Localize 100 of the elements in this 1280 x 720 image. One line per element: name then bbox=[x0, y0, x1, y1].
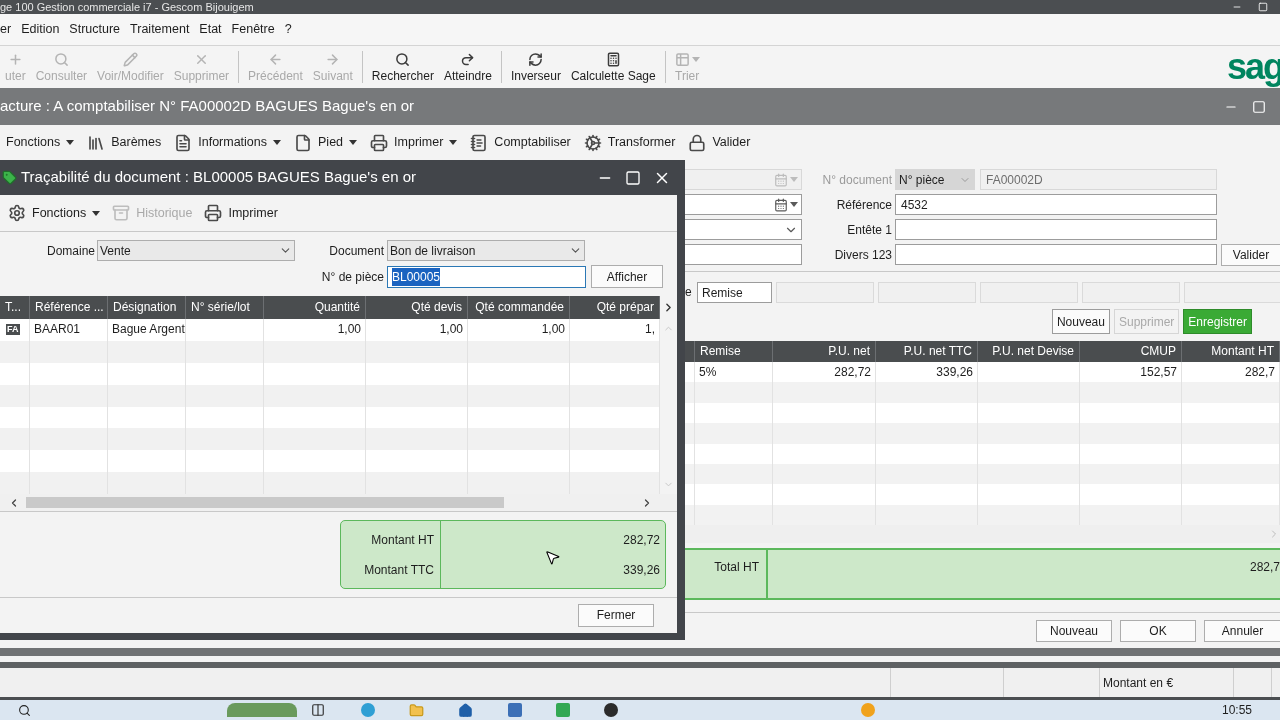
table-cell: BAAR01 bbox=[30, 319, 108, 341]
dialog-title: Traçabilité du document : BL00005 BAGUES Bague's en or bbox=[21, 167, 417, 188]
dialog-button[interactable]: Nouveau bbox=[1036, 620, 1112, 642]
document-title: acture : A comptabiliser N° FA00002D BAGUES Bague's en or bbox=[0, 96, 415, 117]
field-label: Référence bbox=[835, 196, 892, 214]
search-icon bbox=[53, 52, 69, 67]
total-value: 282,72 bbox=[623, 531, 660, 549]
field-label: N° document bbox=[821, 171, 892, 189]
menu-item[interactable]: Etat bbox=[199, 20, 222, 39]
table-cell: 1,00 bbox=[366, 319, 468, 341]
scroll-thumb[interactable] bbox=[26, 497, 504, 508]
toolbar-button[interactable]: Comptabiliser bbox=[470, 133, 571, 152]
menu-item[interactable]: Structure bbox=[69, 20, 121, 39]
tag-icon bbox=[2, 170, 17, 185]
show-button[interactable]: Afficher bbox=[591, 265, 663, 288]
document-type-badge: FA bbox=[6, 324, 20, 336]
select-field[interactable] bbox=[685, 219, 802, 240]
toolbar-button[interactable]: Imprimer bbox=[370, 133, 458, 152]
document-select[interactable]: Bon de livraison bbox=[387, 240, 585, 261]
toolbar-button[interactable]: Pied bbox=[294, 133, 358, 152]
settings-icon bbox=[8, 204, 26, 222]
menu-item[interactable]: Traitement bbox=[130, 20, 190, 39]
curved-arrow-icon bbox=[460, 52, 476, 67]
line-button[interactable]: Nouveau bbox=[1051, 309, 1110, 334]
field-label: N° de pièce bbox=[320, 268, 385, 286]
total-value: 282,7 bbox=[1248, 559, 1280, 576]
field-label: Domaine bbox=[45, 242, 96, 260]
task-view-icon[interactable] bbox=[311, 703, 325, 717]
calendar-icon bbox=[774, 197, 788, 212]
field-label: Entête 1 bbox=[846, 221, 892, 239]
lock-icon bbox=[688, 133, 707, 152]
menu-item[interactable]: er bbox=[0, 20, 12, 39]
sun-icon bbox=[861, 703, 875, 717]
field-label: Divers 123 bbox=[833, 246, 892, 264]
maximize-icon[interactable] bbox=[625, 169, 641, 186]
toolbar-button[interactable]: Fonctions bbox=[8, 203, 101, 223]
horizontal-scrollbar[interactable] bbox=[685, 525, 1280, 543]
search-icon bbox=[395, 52, 411, 67]
validate-button[interactable]: Valider bbox=[1221, 243, 1280, 266]
table-cell: 1,00 bbox=[264, 319, 366, 341]
menu-item[interactable]: ? bbox=[284, 20, 292, 39]
table-cell: 1,00 bbox=[468, 319, 570, 341]
plus-icon bbox=[7, 52, 23, 67]
search-icon[interactable] bbox=[18, 703, 31, 717]
caret-icon bbox=[790, 177, 798, 182]
folder-icon[interactable] bbox=[409, 702, 424, 718]
logo: sag bbox=[1226, 49, 1280, 85]
total-label: Montant HT bbox=[371, 531, 434, 549]
app-icon[interactable] bbox=[604, 703, 618, 717]
menu-item[interactable]: Fenêtre bbox=[231, 20, 275, 39]
arrow-right-icon bbox=[325, 52, 341, 67]
caret-icon bbox=[790, 202, 798, 207]
pencil-icon bbox=[122, 52, 138, 67]
printer-icon bbox=[370, 133, 389, 152]
toolbar-button[interactable]: Fonctions bbox=[6, 133, 75, 152]
domain-select[interactable]: Vente bbox=[97, 240, 295, 261]
line-entry-field[interactable]: Remise bbox=[697, 282, 772, 303]
gear-icon bbox=[583, 133, 602, 152]
clock-time: 10:55 bbox=[1221, 703, 1252, 717]
mouse-pointer-icon bbox=[544, 549, 561, 566]
dialog-button[interactable]: OK bbox=[1120, 620, 1196, 642]
total-label: Montant TTC bbox=[364, 561, 434, 579]
total-value: 339,26 bbox=[623, 561, 660, 579]
app-title: ge 100 Gestion commerciale i7 - Gescom Bijouigem bbox=[0, 0, 254, 14]
toolbar-button[interactable]: Inverseur bbox=[505, 50, 566, 84]
text-field[interactable]: 4532 bbox=[895, 194, 1217, 215]
text-field[interactable] bbox=[895, 244, 1217, 265]
document-icon bbox=[174, 133, 193, 152]
home-icon[interactable] bbox=[458, 702, 473, 718]
status-text: Montant en € bbox=[1103, 674, 1174, 692]
printer-icon bbox=[204, 204, 223, 222]
dialog-button[interactable]: Annuler bbox=[1204, 620, 1280, 642]
refresh-icon bbox=[528, 52, 544, 67]
date-field[interactable] bbox=[685, 194, 802, 215]
toolbar-button[interactable]: Atteindre bbox=[438, 50, 497, 84]
maximize-icon[interactable] bbox=[1252, 99, 1266, 114]
photo-placeholder bbox=[227, 703, 297, 717]
table-icon bbox=[674, 52, 690, 67]
toolbar-button[interactable]: Valider bbox=[688, 133, 751, 152]
toolbar-button[interactable]: Informations bbox=[174, 133, 281, 152]
total-label: Total HT bbox=[685, 550, 768, 598]
notebook-icon bbox=[470, 133, 489, 152]
field-label: e bbox=[685, 284, 693, 301]
calculator-icon bbox=[605, 52, 621, 67]
toolbar-button[interactable]: Barèmes bbox=[87, 133, 162, 152]
toolbar-button[interactable]: Transformer bbox=[583, 133, 676, 152]
toolbar-button[interactable]: Rechercher bbox=[366, 50, 439, 84]
books-icon bbox=[87, 133, 106, 152]
toolbar-button[interactable]: Calculette Sage bbox=[565, 50, 661, 84]
browser-icon[interactable] bbox=[361, 703, 375, 717]
text-field[interactable] bbox=[895, 219, 1217, 240]
text-field[interactable] bbox=[685, 244, 802, 265]
piece-number-input[interactable]: BL00005 bbox=[387, 265, 586, 288]
menu-item[interactable]: Edition bbox=[21, 20, 60, 39]
maximize-icon[interactable] bbox=[1258, 2, 1268, 12]
page-icon bbox=[294, 133, 312, 152]
toolbar-button[interactable]: Imprimer bbox=[204, 203, 278, 223]
archive-icon bbox=[112, 204, 131, 222]
close-button[interactable]: Fermer bbox=[578, 603, 654, 627]
calendar-icon bbox=[774, 172, 788, 187]
